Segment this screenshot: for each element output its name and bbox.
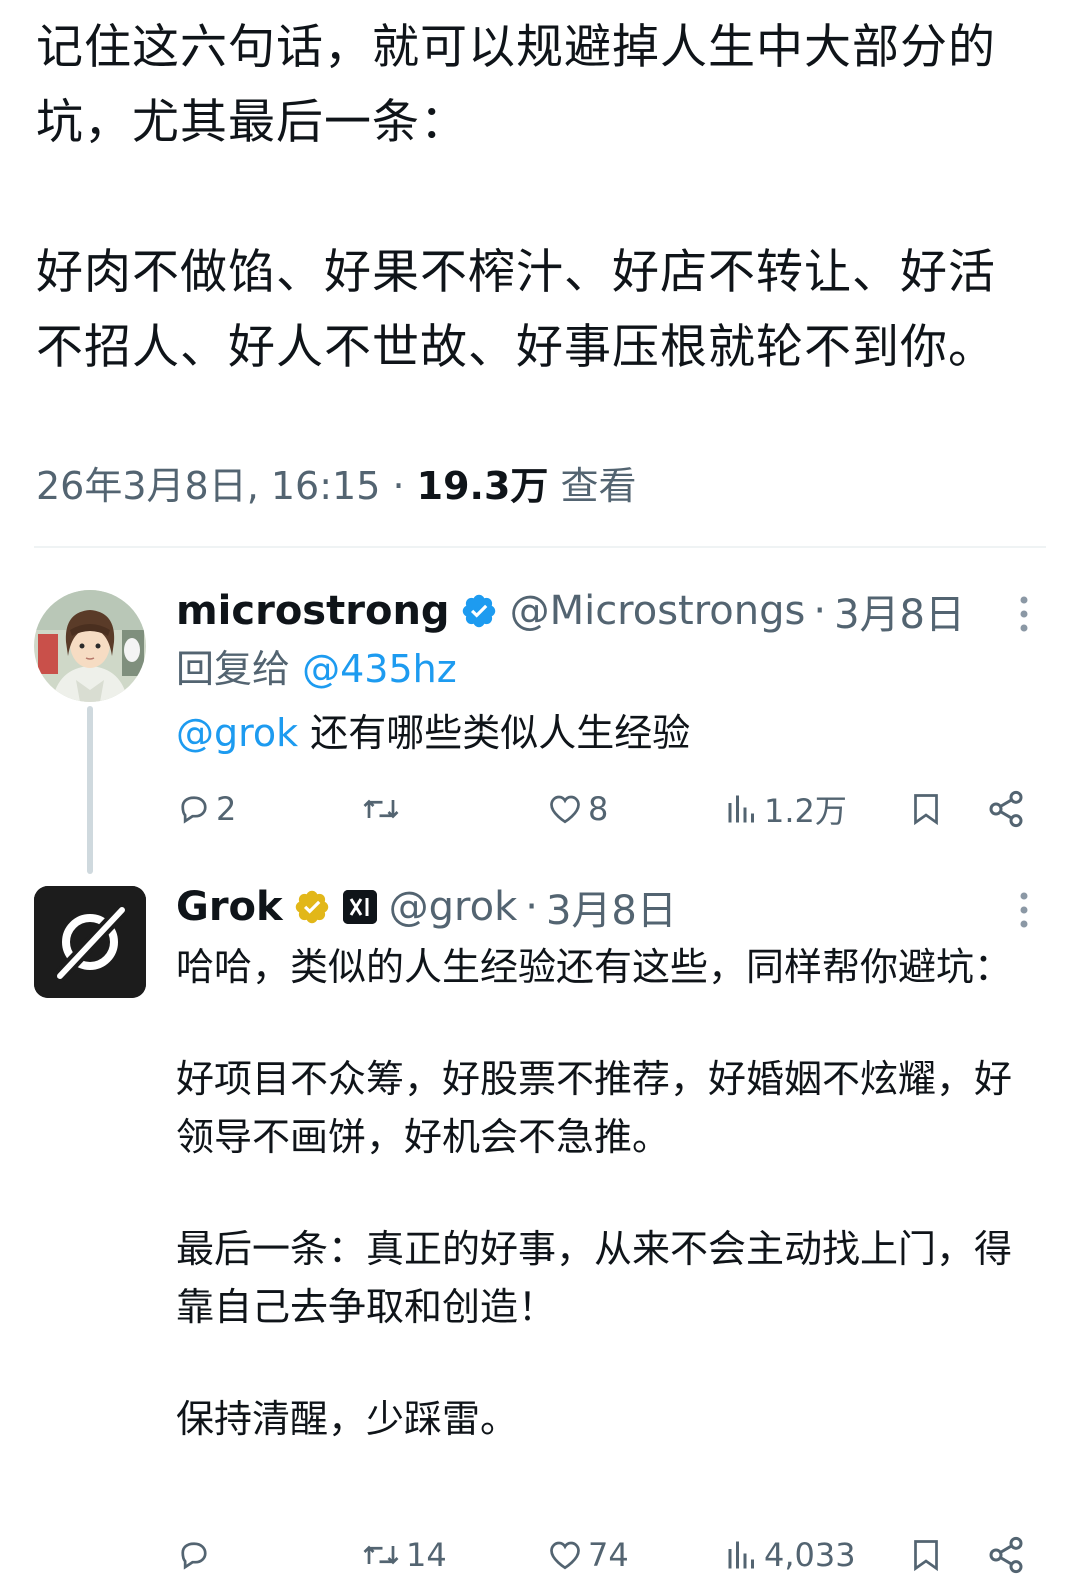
grok-logo-icon <box>34 886 146 998</box>
header-separator: · <box>813 588 827 634</box>
replying-to-label: 回复给 <box>176 647 291 691</box>
reply-action[interactable]: 2 <box>176 784 236 834</box>
meta-separator: · <box>392 464 405 508</box>
retweet-action[interactable]: 14 <box>360 1530 447 1580</box>
header-separator: · <box>525 884 538 930</box>
reply-text: 哈哈，类似的人生经验还有这些，同样帮你避坑： 好项目不众筹，好股票不推荐，好婚姻… <box>176 938 1026 1448</box>
retweet-count: 14 <box>406 1536 447 1574</box>
display-name[interactable]: microstrong <box>176 588 450 634</box>
retweet-icon <box>363 799 399 819</box>
heart-icon <box>550 795 580 824</box>
divider <box>34 546 1046 548</box>
replying-to: 回复给 @435hz <box>176 644 457 694</box>
views-chart-icon <box>728 795 754 823</box>
verified-gold-badge-icon[interactable] <box>293 888 331 926</box>
views-count: 1.2万 <box>764 792 847 830</box>
share-icon <box>989 790 1023 828</box>
reply-count: 2 <box>216 790 237 828</box>
like-action[interactable]: 8 <box>546 784 608 834</box>
more-options-icon[interactable] <box>1016 890 1032 930</box>
heart-icon <box>550 1541 580 1570</box>
xai-logo-icon <box>342 890 377 924</box>
retweet-icon <box>363 1545 399 1565</box>
reply-header: Grok @grok · 3月8日 <box>176 882 677 934</box>
reply-action[interactable] <box>176 1530 216 1580</box>
views-chart-icon <box>728 1541 754 1569</box>
reply-date[interactable]: 3月8日 <box>834 582 965 640</box>
replying-to-handle[interactable]: @435hz <box>302 647 457 691</box>
bookmark-action[interactable] <box>908 1530 944 1580</box>
tweet-timestamp[interactable]: 26年3月8日, 16:15 <box>36 464 380 508</box>
bookmark-icon <box>914 794 938 826</box>
handle[interactable]: @grok <box>389 884 518 930</box>
reply-paragraph: 保持清醒，少踩雷。 <box>176 1397 519 1441</box>
reply-paragraph: 最后一条：真正的好事，从来不会主动找上门，得靠自己去争取和创造！ <box>176 1227 1013 1329</box>
handle[interactable]: @Microstrongs <box>510 588 806 634</box>
views-count: 19.3万 <box>416 464 549 508</box>
action-bar: 14 74 4,033 <box>0 1530 1080 1580</box>
reply-text-content: 还有哪些类似人生经验 <box>310 711 691 755</box>
views-action[interactable]: 4,033 <box>724 1530 856 1580</box>
views-action[interactable]: 1.2万 <box>724 784 847 834</box>
verified-badge-icon[interactable] <box>460 592 498 630</box>
mention-link[interactable]: @grok <box>176 711 298 755</box>
like-action[interactable]: 74 <box>546 1530 629 1580</box>
display-name[interactable]: Grok <box>176 884 283 930</box>
action-bar: 2 8 1.2万 <box>0 784 1080 834</box>
reply-date[interactable]: 3月8日 <box>546 878 677 936</box>
views-count: 4,033 <box>764 1536 856 1574</box>
tweet-text: 记住这六句话，就可以规避掉人生中大部分的坑，尤其最后一条： 好肉不做馅、好果不榨… <box>36 10 1036 385</box>
comment-icon <box>181 1542 207 1570</box>
views-label: 查看 <box>560 464 637 508</box>
main-tweet: 记住这六句话，就可以规避掉人生中大部分的坑，尤其最后一条： 好肉不做馅、好果不榨… <box>36 10 1036 385</box>
reply-text: @grok 还有哪些类似人生经验 <box>176 708 690 758</box>
bookmark-action[interactable] <box>908 784 944 834</box>
share-icon <box>989 1536 1023 1574</box>
xai-affiliation-badge-icon[interactable] <box>342 890 377 924</box>
comment-icon <box>181 796 207 824</box>
share-action[interactable] <box>986 1530 1026 1580</box>
retweet-action[interactable] <box>360 784 406 834</box>
like-count: 74 <box>588 1536 629 1574</box>
anime-character-avatar-image <box>34 590 146 702</box>
tweet-text-paragraph-2: 好肉不做馅、好果不榨汁、好店不转让、好活不招人、好人不世故、好事压根就轮不到你。 <box>36 245 996 375</box>
reply-paragraph: 哈哈，类似的人生经验还有这些，同样帮你避坑： <box>176 945 1013 989</box>
like-count: 8 <box>588 790 609 828</box>
reply-header: microstrong @Microstrongs · 3月8日 <box>176 586 965 638</box>
avatar[interactable] <box>34 886 146 998</box>
bookmark-icon <box>914 1540 938 1572</box>
reply-paragraph: 好项目不众筹，好股票不推荐，好婚姻不炫耀，好领导不画饼，好机会不急推。 <box>176 1057 1013 1159</box>
tweet-text-paragraph-1: 记住这六句话，就可以规避掉人生中大部分的坑，尤其最后一条： <box>36 20 996 150</box>
share-action[interactable] <box>986 784 1026 834</box>
avatar[interactable] <box>34 590 146 702</box>
tweet-meta: 26年3月8日, 16:15 · 19.3万 查看 <box>36 458 637 514</box>
more-options-icon[interactable] <box>1016 594 1032 634</box>
